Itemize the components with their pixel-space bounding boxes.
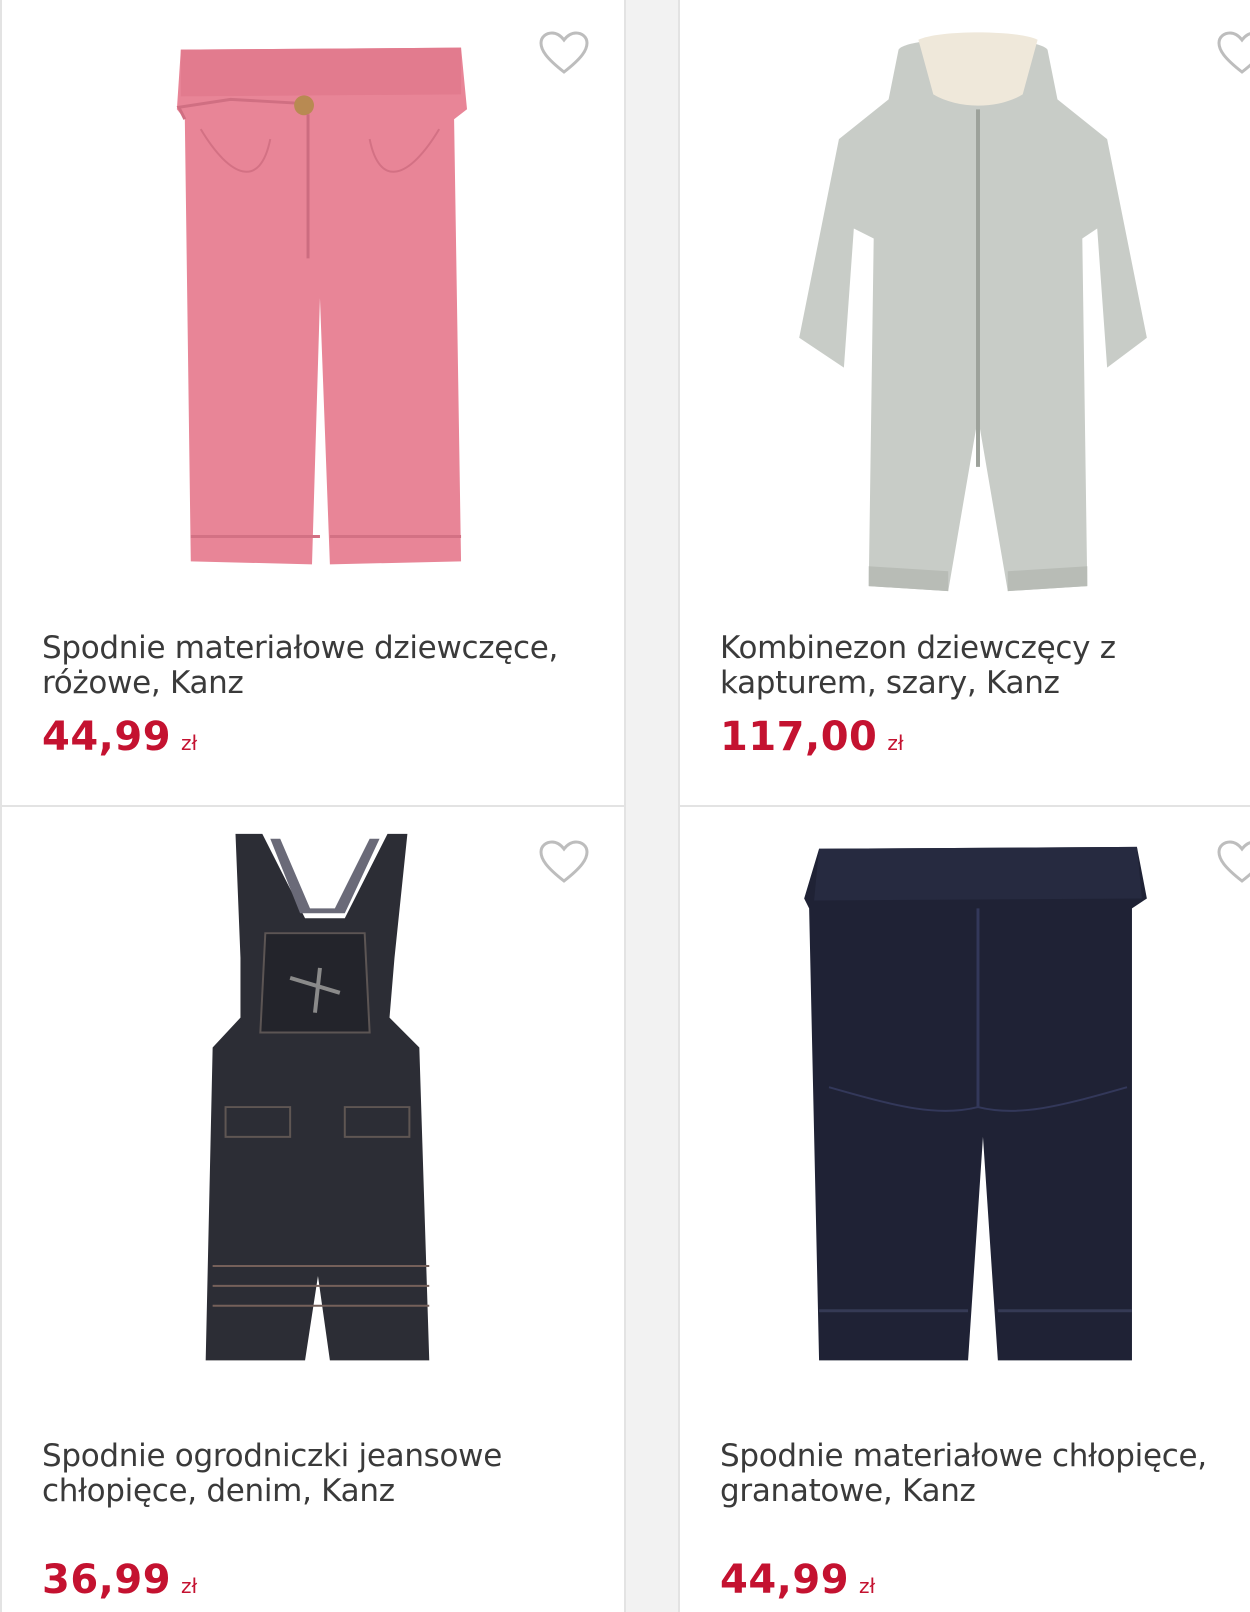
price-currency: zł: [181, 731, 198, 755]
product-price: 44,99 zł: [42, 714, 197, 760]
product-price: 44,99 zł: [720, 1557, 875, 1603]
price-amount: 44,99: [42, 714, 172, 760]
product-grid: Spodnie materiałowe dziewczęce, różowe, …: [0, 0, 1250, 1612]
price-currency: zł: [887, 731, 904, 755]
price-currency: zł: [181, 1574, 198, 1598]
heart-icon[interactable]: [1216, 30, 1250, 76]
heart-icon[interactable]: [1216, 839, 1250, 885]
product-title[interactable]: Kombinezon dziewczęcy z kapturem, szary,…: [720, 631, 1250, 701]
product-card[interactable]: Spodnie ogrodniczki jeansowe chłopięce, …: [0, 805, 626, 1612]
heart-icon[interactable]: [538, 839, 590, 885]
pink-corduroy-pants-image[interactable]: [2, 0, 624, 618]
denim-dungarees-image[interactable]: [2, 807, 624, 1427]
price-amount: 44,99: [720, 1557, 850, 1603]
product-price: 117,00 zł: [720, 714, 904, 760]
product-card[interactable]: Kombinezon dziewczęcy z kapturem, szary,…: [678, 0, 1250, 807]
grey-hooded-jumpsuit-image[interactable]: [680, 0, 1250, 618]
product-card[interactable]: Spodnie materiałowe chłopięce, granatowe…: [678, 805, 1250, 1612]
product-price: 36,99 zł: [42, 1557, 197, 1603]
price-currency: zł: [859, 1574, 876, 1598]
product-title[interactable]: Spodnie ogrodniczki jeansowe chłopięce, …: [42, 1439, 582, 1509]
price-amount: 117,00: [720, 714, 878, 760]
navy-pants-image[interactable]: [680, 807, 1250, 1427]
heart-icon[interactable]: [538, 30, 590, 76]
product-title[interactable]: Spodnie materiałowe chłopięce, granatowe…: [720, 1439, 1250, 1509]
product-title[interactable]: Spodnie materiałowe dziewczęce, różowe, …: [42, 631, 582, 701]
price-amount: 36,99: [42, 1557, 172, 1603]
product-card[interactable]: Spodnie materiałowe dziewczęce, różowe, …: [0, 0, 626, 807]
